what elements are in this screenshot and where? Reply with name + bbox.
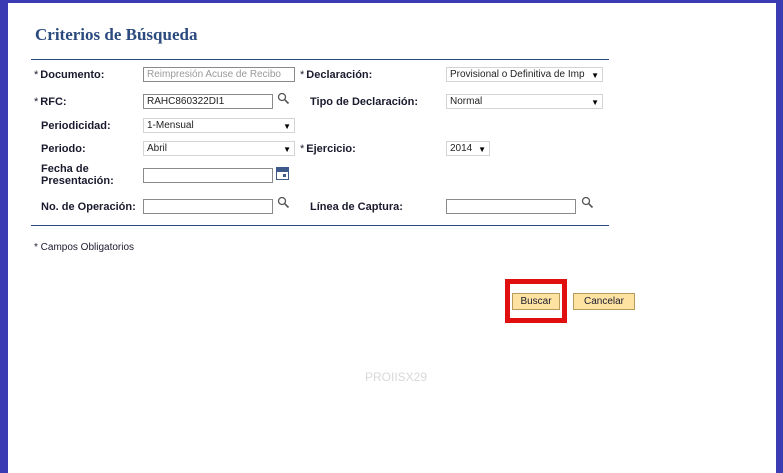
chevron-down-icon: ▼ [283,122,291,131]
chevron-down-icon: ▼ [283,145,291,154]
required-fields-note: * Campos Obligatorios [34,242,135,253]
declaracion-select[interactable]: Provisional o Definitiva de Imp ▼ [446,67,603,82]
magnifier-icon[interactable] [277,196,290,209]
chevron-down-icon: ▼ [591,71,599,80]
linea-captura-label: Línea de Captura: [310,201,403,213]
calendar-icon[interactable] [276,167,289,180]
declaracion-label: * Declaración: [300,69,373,81]
chevron-down-icon: ▼ [478,145,486,154]
periodo-select[interactable]: Abril ▼ [143,141,295,156]
page-frame: Criterios de Búsqueda * Documento: Reimpr… [8,3,776,473]
tipo-declaracion-select[interactable]: Normal ▼ [446,94,603,109]
no-operacion-field[interactable] [143,199,273,214]
periodicidad-select[interactable]: 1-Mensual ▼ [143,118,295,133]
magnifier-icon[interactable] [277,92,290,105]
documento-field[interactable]: Reimpresión Acuse de Recibo [143,67,295,82]
periodicidad-label: Periodicidad: [41,120,111,132]
screen-code: PROIISX29 [365,370,428,384]
highlight-box [505,279,567,323]
periodo-label: Periodo: [41,143,86,155]
rfc-field[interactable]: RAHC860322DI1 [143,94,273,109]
fecha-presentacion-field[interactable] [143,168,273,183]
magnifier-icon[interactable] [581,196,594,209]
chevron-down-icon: ▼ [591,98,599,107]
page-title: Criterios de Búsqueda [35,25,198,44]
header-divider [31,59,609,60]
ejercicio-select[interactable]: 2014 ▼ [446,141,490,156]
ejercicio-label: * Ejercicio: [300,143,356,155]
documento-label: * Documento: [34,69,105,81]
tipo-declaracion-label: Tipo de Declaración: [310,96,418,108]
no-operacion-label: No. de Operación: [41,201,136,213]
rfc-label: * RFC: [34,96,67,108]
linea-captura-field[interactable] [446,199,576,214]
form-divider [31,225,609,226]
cancelar-button[interactable]: Cancelar [573,293,635,310]
fecha-presentacion-label: Fecha de Presentación: [41,163,114,187]
